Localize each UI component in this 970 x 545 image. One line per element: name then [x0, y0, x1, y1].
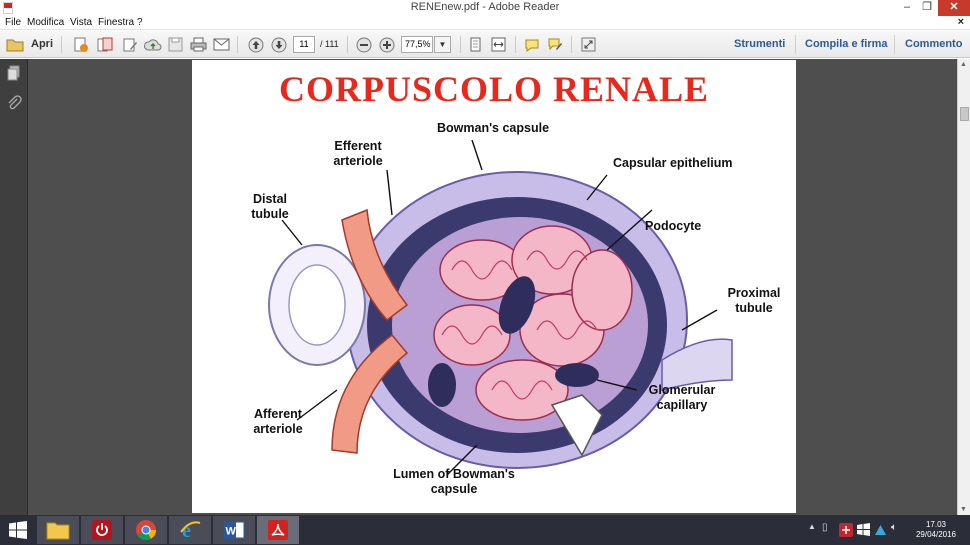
- zoom-in-icon[interactable]: [377, 35, 396, 54]
- clock-time: 17.03: [925, 520, 946, 529]
- taskbar-internet-explorer[interactable]: e: [169, 516, 211, 544]
- toolbar-divider: [571, 36, 572, 53]
- open-button-label[interactable]: Apri: [31, 38, 53, 50]
- maximize-button[interactable]: ❐: [918, 0, 936, 16]
- windows-logo-icon: [9, 521, 27, 539]
- toolbar-divider: [347, 36, 348, 53]
- scroll-up-arrow-icon[interactable]: ▲: [960, 61, 967, 68]
- close-document-button[interactable]: ×: [958, 16, 964, 28]
- navigation-panel: [0, 59, 28, 515]
- label-lumen-bowmans-capsule: Lumen of Bowman's capsule: [393, 467, 515, 496]
- print-icon[interactable]: [189, 35, 208, 54]
- taskbar-power[interactable]: [81, 516, 123, 544]
- expand-view-icon[interactable]: [579, 35, 598, 54]
- zoom-level-input[interactable]: 77,5%: [401, 36, 433, 53]
- highlight-icon[interactable]: [545, 35, 564, 54]
- system-clock[interactable]: 17.03 29/04/2016: [916, 520, 956, 540]
- toolbar-divider: [61, 36, 62, 53]
- svg-text:W: W: [226, 526, 237, 538]
- fit-page-icon[interactable]: [466, 35, 485, 54]
- toolbar-divider: [460, 36, 461, 53]
- label-proximal-tubule: Proximal tubule: [727, 286, 781, 315]
- fill-sign-link[interactable]: Compila e firma: [805, 38, 888, 50]
- adobe-reader-icon: [268, 520, 288, 540]
- page-total: / 111: [320, 39, 339, 49]
- menu-finestra[interactable]: Finestra: [98, 17, 134, 28]
- label-glomerular-capillary: Glomerular capillary: [648, 383, 716, 412]
- pages-thumbnail-icon[interactable]: [6, 65, 22, 81]
- label-capsular-epithelium: Capsular epithelium: [613, 156, 733, 170]
- network-icon[interactable]: [874, 523, 887, 536]
- combine-files-icon[interactable]: [95, 35, 114, 54]
- zoom-dropdown-button[interactable]: ▼: [434, 36, 451, 53]
- menu-help[interactable]: ?: [137, 17, 143, 28]
- renal-corpuscle-illustration: [268, 139, 733, 476]
- antivirus-shield-icon[interactable]: [839, 523, 853, 537]
- chrome-icon: [136, 520, 157, 541]
- clock-date: 29/04/2016: [915, 530, 956, 539]
- comment-link[interactable]: Commento: [905, 38, 962, 50]
- cloud-upload-icon[interactable]: [143, 35, 162, 54]
- previous-page-icon[interactable]: [246, 35, 265, 54]
- next-page-icon[interactable]: [269, 35, 288, 54]
- taskbar-file-explorer[interactable]: [37, 516, 79, 544]
- menu-modifica[interactable]: Modifica: [27, 17, 64, 28]
- toolbar-divider: [515, 36, 516, 53]
- toolbar: Apri 11 / 111 77,5% ▼ Strumenti Compila …: [0, 31, 970, 58]
- windows-flag-icon[interactable]: [857, 523, 870, 536]
- device-icon[interactable]: ▯: [822, 522, 828, 533]
- title-bar: RENEnew.pdf - Adobe Reader – ❐ ✕: [0, 0, 970, 16]
- volume-icon[interactable]: 🔈︎: [891, 522, 897, 533]
- document-workspace: CORPUSCOLO RENALE Bowman's capsule Effer…: [0, 59, 970, 515]
- create-pdf-icon[interactable]: [71, 35, 90, 54]
- vertical-scrollbar[interactable]: ▲ ▼: [957, 59, 970, 515]
- email-icon[interactable]: [212, 35, 231, 54]
- close-button[interactable]: ✕: [938, 0, 970, 16]
- scroll-down-arrow-icon[interactable]: ▼: [960, 506, 967, 513]
- zoom-out-icon[interactable]: [354, 35, 373, 54]
- comment-bubble-icon[interactable]: [522, 35, 541, 54]
- menu-vista[interactable]: Vista: [70, 17, 92, 28]
- toolbar-divider: [894, 35, 895, 54]
- label-distal-tubule: Distal tubule: [251, 192, 289, 221]
- open-folder-icon[interactable]: [5, 35, 24, 54]
- page-number-input[interactable]: 11: [293, 36, 315, 53]
- edit-document-icon[interactable]: [120, 35, 139, 54]
- window-title: RENEnew.pdf - Adobe Reader: [410, 1, 560, 13]
- page-title: CORPUSCOLO RENALE: [278, 69, 710, 109]
- taskbar-word[interactable]: W: [213, 516, 255, 544]
- save-icon[interactable]: [166, 35, 185, 54]
- toolbar-divider: [237, 36, 238, 53]
- tools-link[interactable]: Strumenti: [734, 38, 785, 50]
- taskbar-adobe-reader[interactable]: [257, 516, 299, 544]
- word-icon: W: [224, 521, 245, 539]
- fit-width-icon[interactable]: [489, 35, 508, 54]
- power-icon: [92, 520, 112, 540]
- label-afferent-arteriole: Afferent arteriole: [253, 407, 303, 436]
- attachment-paperclip-icon[interactable]: [6, 95, 22, 111]
- folder-icon: [46, 522, 70, 540]
- show-hidden-icons-icon[interactable]: ▲: [808, 522, 816, 531]
- taskbar: e W ▲ ▯ 🔈︎ 17.03 29/04/2016: [0, 515, 970, 545]
- internet-explorer-icon: e: [180, 520, 201, 541]
- menu-bar: File Modifica Vista Finestra ? ×: [0, 16, 970, 30]
- pdf-page: CORPUSCOLO RENALE Bowman's capsule Effer…: [192, 60, 796, 513]
- toolbar-divider: [795, 35, 796, 54]
- minimize-button[interactable]: –: [898, 0, 916, 16]
- taskbar-chrome[interactable]: [125, 516, 167, 544]
- start-button[interactable]: [0, 515, 36, 545]
- label-podocyte: Podocyte: [645, 219, 702, 233]
- label-bowmans-capsule: Bowman's capsule: [437, 121, 550, 135]
- menu-file[interactable]: File: [5, 17, 21, 28]
- label-efferent-arteriole: Efferent arteriole: [333, 139, 383, 168]
- scrollbar-thumb[interactable]: [960, 107, 969, 121]
